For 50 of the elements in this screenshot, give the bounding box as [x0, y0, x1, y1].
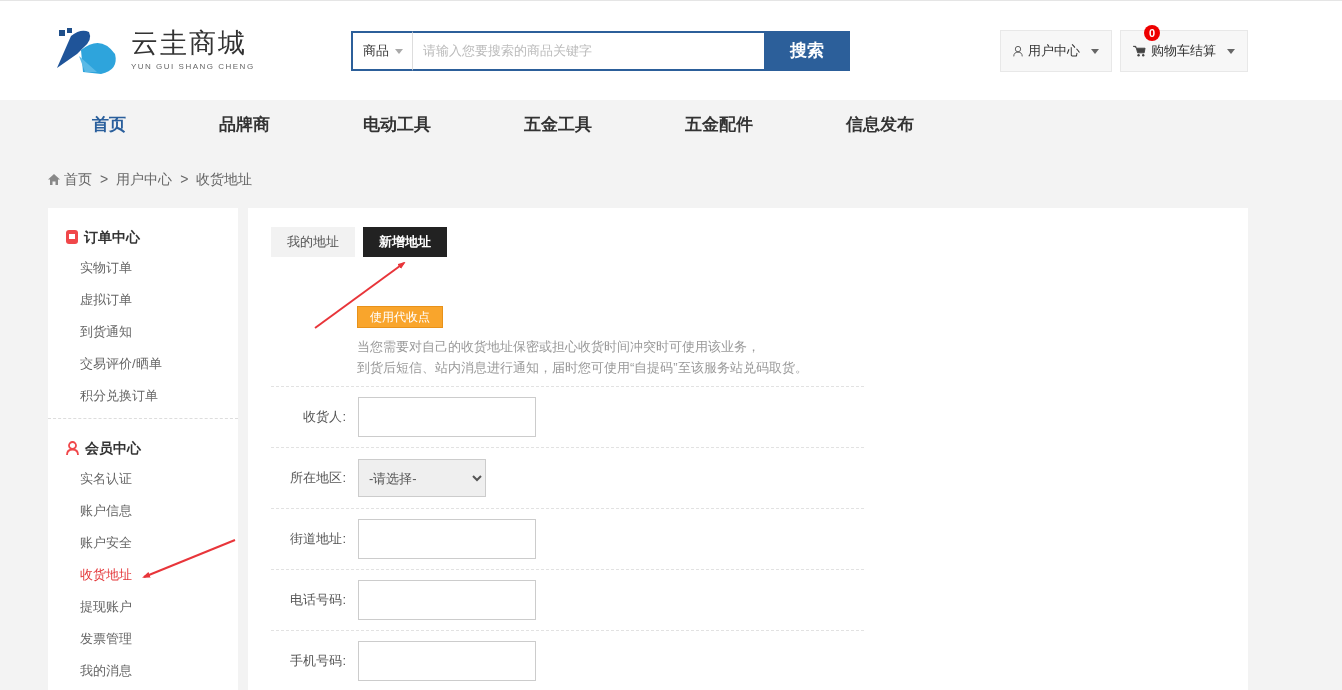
field-label: 街道地址:: [289, 530, 346, 549]
sidebar-section-title: 订单中心: [84, 227, 140, 247]
tab[interactable]: 新增地址: [363, 227, 447, 257]
sidebar-item[interactable]: 账户信息: [48, 495, 238, 527]
input-field[interactable]: [358, 641, 536, 681]
nav-link[interactable]: 五金工具: [524, 100, 592, 150]
nav-link[interactable]: 五金配件: [685, 100, 753, 150]
field-label: 所在地区:: [289, 469, 346, 488]
sidebar-item[interactable]: 收货地址: [48, 559, 238, 591]
sidebar-item[interactable]: 实名认证: [48, 463, 238, 495]
sidebar-section-title: 会员中心: [85, 438, 141, 458]
user-icon: [1013, 44, 1023, 58]
sidebar-item[interactable]: 交易评价/晒单: [48, 348, 238, 380]
help-text: 当您需要对自己的收货地址保密或担心收货时间冲突时可使用该业务，: [357, 338, 761, 356]
region-select[interactable]: -请选择-: [358, 459, 486, 497]
sidebar-item[interactable]: 我的消息: [48, 655, 238, 687]
user-icon: [66, 441, 79, 455]
document-icon: [66, 230, 78, 244]
input-field[interactable]: [358, 580, 536, 620]
category-dropdown[interactable]: 商品: [351, 31, 414, 71]
input-field[interactable]: [358, 519, 536, 559]
home-icon: [48, 173, 60, 185]
field-label: 手机号码:: [289, 652, 346, 671]
nav-link[interactable]: 品牌商: [219, 100, 270, 150]
sidebar-item[interactable]: 提现账户: [48, 591, 238, 623]
breadcrumb-separator: >: [180, 169, 189, 189]
breadcrumb-link[interactable]: 用户中心: [116, 168, 173, 190]
cart-count-badge: 0: [1144, 25, 1160, 41]
logo-title: 云圭商城: [131, 29, 248, 57]
nav-link[interactable]: 电动工具: [363, 100, 431, 150]
nav-link[interactable]: 首页: [92, 100, 126, 150]
logo-subtitle: YUN GUI SHANG CHENG: [131, 60, 255, 73]
tab[interactable]: 我的地址: [271, 227, 355, 257]
breadcrumb-link[interactable]: 首页: [64, 168, 92, 190]
search-button[interactable]: 搜索: [764, 31, 850, 71]
search-field[interactable]: 请输入您要搜索的商品关键字: [413, 31, 764, 71]
field-label: 收货人:: [302, 408, 346, 427]
sidebar-item[interactable]: 账户安全: [48, 527, 238, 559]
sidebar-item[interactable]: 到货通知: [48, 316, 238, 348]
nav-link[interactable]: 信息发布: [846, 100, 914, 150]
sidebar-item[interactable]: 虚拟订单: [48, 284, 238, 316]
field-label: 电话号码:: [289, 591, 346, 610]
breadcrumb-separator: >: [100, 169, 109, 189]
cart-icon: [1133, 45, 1146, 57]
sidebar-item[interactable]: 实物订单: [48, 252, 238, 284]
help-text: 到货后短信、站内消息进行通知，届时您可使用“自提码”至该服务站兑码取货。: [357, 359, 809, 377]
sidebar-item[interactable]: 积分兑换订单: [48, 380, 238, 412]
user-center-dropdown[interactable]: 用户中心: [1000, 30, 1112, 72]
sidebar-item[interactable]: 发票管理: [48, 623, 238, 655]
input-field[interactable]: [358, 397, 536, 437]
